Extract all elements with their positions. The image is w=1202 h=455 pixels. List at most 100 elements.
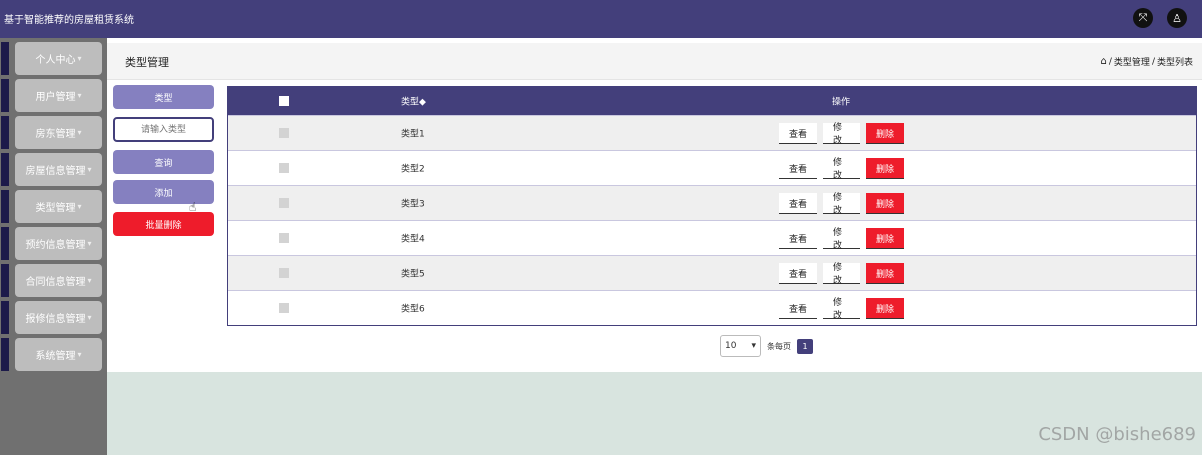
sidebar-item-label: 合同信息管理: [25, 277, 86, 288]
sidebar-item-system[interactable]: 系统管理 ▾: [1, 338, 102, 371]
sidebar-item-personal-center[interactable]: 个人中心 ▾: [1, 42, 102, 75]
breadcrumb-item-type-list: 类型列表: [1156, 58, 1193, 68]
table-row: 类型4 查看 修改 删除: [228, 220, 1196, 255]
page-title: 类型管理: [125, 56, 169, 69]
type-cell: 类型2: [401, 164, 425, 175]
home-icon[interactable]: ⌂: [1101, 56, 1107, 67]
sidebar-item-types[interactable]: 类型管理 ▾: [1, 190, 102, 223]
batch-delete-button[interactable]: 批量删除: [113, 212, 214, 236]
caret-down-icon: ▾: [87, 165, 92, 174]
row-checkbox[interactable]: [279, 303, 289, 313]
edit-button[interactable]: 修改: [823, 193, 860, 216]
edit-button[interactable]: 修改: [823, 158, 860, 181]
type-cell: 类型3: [401, 199, 425, 210]
row-actions: 查看 修改 删除: [779, 228, 904, 251]
sidebar-item-label: 系统管理: [35, 351, 76, 362]
delete-button[interactable]: 删除: [866, 123, 904, 144]
row-checkbox[interactable]: [279, 128, 289, 138]
row-actions: 查看 修改 删除: [779, 263, 904, 286]
view-button[interactable]: 查看: [779, 123, 817, 144]
caret-down-icon: ▾: [87, 276, 92, 285]
type-cell: 类型1: [401, 129, 425, 140]
fullscreen-icon[interactable]: ⤧: [1133, 8, 1153, 28]
query-button[interactable]: 查询: [113, 150, 214, 174]
type-cell: 类型4: [401, 234, 425, 245]
delete-button[interactable]: 删除: [866, 158, 904, 179]
row-checkbox[interactable]: [279, 198, 289, 208]
type-table: 类型◆ 操作 类型1 查看 修改 删除 类型2 查看 修改 删除 类型3 查看 …: [227, 86, 1197, 326]
delete-button[interactable]: 删除: [866, 228, 904, 249]
breadcrumb-separator: /: [1108, 56, 1112, 67]
sidebar-item-appointments[interactable]: 预约信息管理 ▾: [1, 227, 102, 260]
table-row: 类型5 查看 修改 删除: [228, 255, 1196, 290]
row-actions: 查看 修改 删除: [779, 193, 904, 216]
row-checkbox[interactable]: [279, 163, 289, 173]
page-size-value: 10: [725, 341, 737, 351]
column-header-actions: 操作: [832, 97, 851, 108]
chevron-down-icon: ▾: [751, 341, 756, 351]
page-size-select[interactable]: 10 ▾: [720, 335, 761, 357]
delete-button[interactable]: 删除: [866, 298, 904, 319]
table-row: 类型3 查看 修改 删除: [228, 185, 1196, 220]
row-checkbox[interactable]: [279, 233, 289, 243]
view-button[interactable]: 查看: [779, 298, 817, 319]
sidebar-item-label: 报修信息管理: [25, 314, 86, 325]
pagination: 10 ▾ 条每页 1: [720, 335, 813, 357]
main-area: 类型管理 ⌂ / 类型管理 / 类型列表 类型 查询 添加 批量删除 ☝ 类型◆…: [107, 38, 1202, 455]
caret-down-icon: ▾: [77, 350, 82, 359]
per-page-label: 条每页: [767, 341, 791, 351]
sidebar-item-landlords[interactable]: 房东管理 ▾: [1, 116, 102, 149]
select-all-checkbox[interactable]: [279, 96, 289, 106]
caret-down-icon: ▾: [77, 202, 82, 211]
view-button[interactable]: 查看: [779, 193, 817, 214]
hand-cursor-icon: ☝: [189, 200, 197, 214]
view-button[interactable]: 查看: [779, 263, 817, 284]
caret-down-icon: ▾: [87, 239, 92, 248]
table-row: 类型2 查看 修改 删除: [228, 150, 1196, 185]
sidebar-item-repairs[interactable]: 报修信息管理 ▾: [1, 301, 102, 334]
row-checkbox[interactable]: [279, 268, 289, 278]
edit-button[interactable]: 修改: [823, 298, 860, 321]
top-bar: 基于智能推荐的房屋租赁系统 ⤧ ♙: [0, 0, 1202, 38]
sidebar-item-label: 房屋信息管理: [25, 166, 86, 177]
breadcrumb: ⌂ / 类型管理 / 类型列表: [1101, 55, 1193, 68]
row-actions: 查看 修改 删除: [779, 123, 904, 146]
page-header: 类型管理 ⌂ / 类型管理 / 类型列表: [107, 43, 1202, 80]
add-button[interactable]: 添加: [113, 180, 214, 204]
sidebar-item-label: 房东管理: [35, 129, 76, 140]
row-actions: 查看 修改 删除: [779, 298, 904, 321]
app-title: 基于智能推荐的房屋租赁系统: [4, 15, 134, 26]
edit-button[interactable]: 修改: [823, 123, 860, 146]
user-icon[interactable]: ♙: [1167, 8, 1187, 28]
type-label: 类型: [113, 85, 214, 109]
sidebar-item-label: 个人中心: [35, 55, 76, 66]
breadcrumb-separator: /: [1151, 56, 1155, 67]
sidebar: 个人中心 ▾ 用户管理 ▾ 房东管理 ▾ 房屋信息管理 ▾ 类型管理 ▾ 预约信息管理 ▾ …: [0, 38, 107, 455]
type-search-input[interactable]: [113, 117, 214, 142]
page-number-current[interactable]: 1: [797, 338, 813, 354]
type-cell: 类型5: [401, 269, 425, 280]
type-cell: 类型6: [401, 304, 425, 315]
edit-button[interactable]: 修改: [823, 263, 860, 286]
table-row: 类型6 查看 修改 删除: [228, 290, 1196, 325]
content-panel: 类型管理 ⌂ / 类型管理 / 类型列表 类型 查询 添加 批量删除 ☝ 类型◆…: [107, 38, 1202, 372]
sidebar-item-houses[interactable]: 房屋信息管理 ▾: [1, 153, 102, 186]
table-header: 类型◆ 操作: [228, 87, 1196, 115]
watermark: CSDN @bishe689: [1038, 424, 1196, 445]
view-button[interactable]: 查看: [779, 228, 817, 249]
sidebar-item-contracts[interactable]: 合同信息管理 ▾: [1, 264, 102, 297]
column-header-type[interactable]: 类型◆: [401, 95, 426, 108]
caret-down-icon: ▾: [77, 54, 82, 63]
breadcrumb-item-types[interactable]: 类型管理: [1114, 55, 1150, 68]
sidebar-item-label: 预约信息管理: [25, 240, 86, 251]
delete-button[interactable]: 删除: [866, 193, 904, 214]
edit-button[interactable]: 修改: [823, 228, 860, 251]
view-button[interactable]: 查看: [779, 158, 817, 179]
caret-down-icon: ▾: [87, 313, 92, 322]
table-row: 类型1 查看 修改 删除: [228, 115, 1196, 150]
caret-down-icon: ▾: [77, 91, 82, 100]
row-actions: 查看 修改 删除: [779, 158, 904, 181]
sidebar-item-users[interactable]: 用户管理 ▾: [1, 79, 102, 112]
sidebar-item-label: 类型管理: [35, 203, 76, 214]
delete-button[interactable]: 删除: [866, 263, 904, 284]
